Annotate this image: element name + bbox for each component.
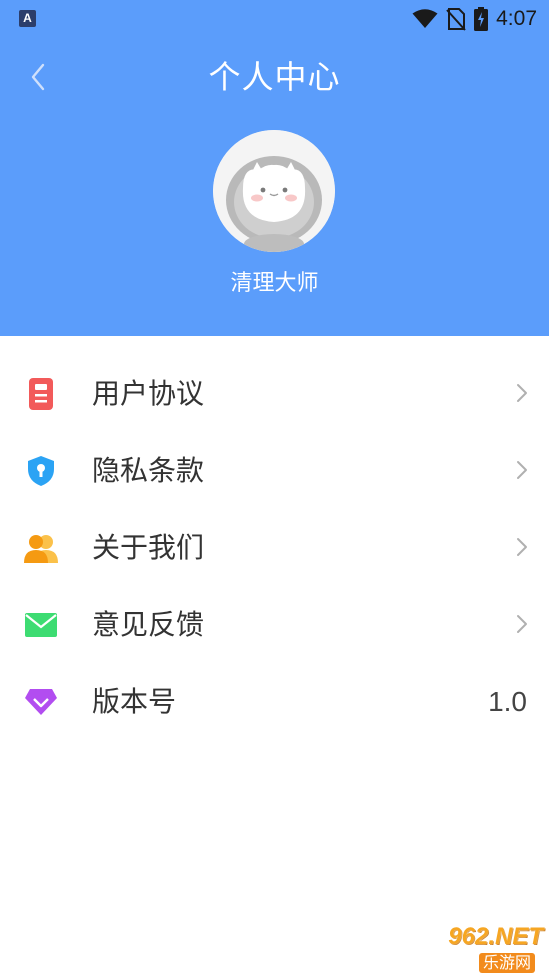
menu-item-label: 关于我们 <box>92 531 205 564</box>
menu-item-about-us[interactable]: 关于我们 <box>0 509 549 586</box>
menu-item-label: 隐私条款 <box>92 454 205 487</box>
no-sim-icon <box>446 8 466 31</box>
menu-item-privacy-policy[interactable]: 隐私条款 <box>0 432 549 509</box>
page-title: 个人中心 <box>208 58 341 96</box>
diamond-icon <box>24 685 58 719</box>
version-value: 1.0 <box>488 686 527 717</box>
document-icon <box>24 377 58 411</box>
menu-item-label: 意见反馈 <box>92 608 205 641</box>
battery-charging-icon <box>474 7 489 31</box>
menu-item-label: 用户协议 <box>92 377 205 410</box>
watermark-brand: 962.NET <box>448 923 543 950</box>
menu-item-version: 版本号 1.0 <box>0 663 549 740</box>
chevron-right-icon <box>517 538 527 556</box>
menu-item-user-agreement[interactable]: 用户协议 <box>0 355 549 432</box>
username: 清理大师 <box>230 271 319 296</box>
app-notification-icon: A <box>19 10 36 27</box>
avatar[interactable] <box>213 130 335 252</box>
wifi-icon <box>412 9 438 28</box>
header-banner: A 4:07 个人中心 清理大师 <box>0 0 549 336</box>
watermark-subtitle: 乐游网 <box>478 953 535 973</box>
menu-list: 用户协议 隐私条款 关于我们 意见反馈 版本号 1.0 <box>0 355 549 740</box>
watermark-logo: 962.NET 乐游网 <box>405 923 543 973</box>
chevron-right-icon <box>517 615 527 633</box>
users-icon <box>24 531 58 565</box>
chevron-right-icon <box>517 461 527 479</box>
mail-icon <box>24 608 58 642</box>
astronaut-cat-avatar-icon <box>213 130 335 252</box>
shield-icon <box>24 454 58 488</box>
menu-item-label: 版本号 <box>92 685 177 718</box>
clock: 4:07 <box>496 7 537 30</box>
menu-item-feedback[interactable]: 意见反馈 <box>0 586 549 663</box>
status-bar: A 4:07 <box>0 0 549 38</box>
chevron-right-icon <box>517 384 527 402</box>
